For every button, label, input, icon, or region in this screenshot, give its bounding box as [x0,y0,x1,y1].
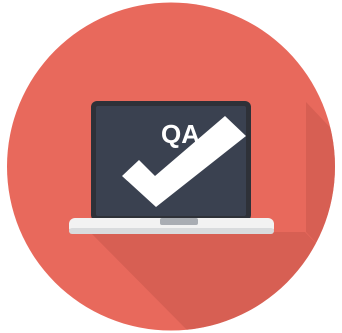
qa-laptop-checkmark-icon: QA [7,2,335,331]
laptop-notch [160,218,198,225]
laptop-base [69,218,274,234]
qa-laptop-illustration: QA [0,0,342,333]
